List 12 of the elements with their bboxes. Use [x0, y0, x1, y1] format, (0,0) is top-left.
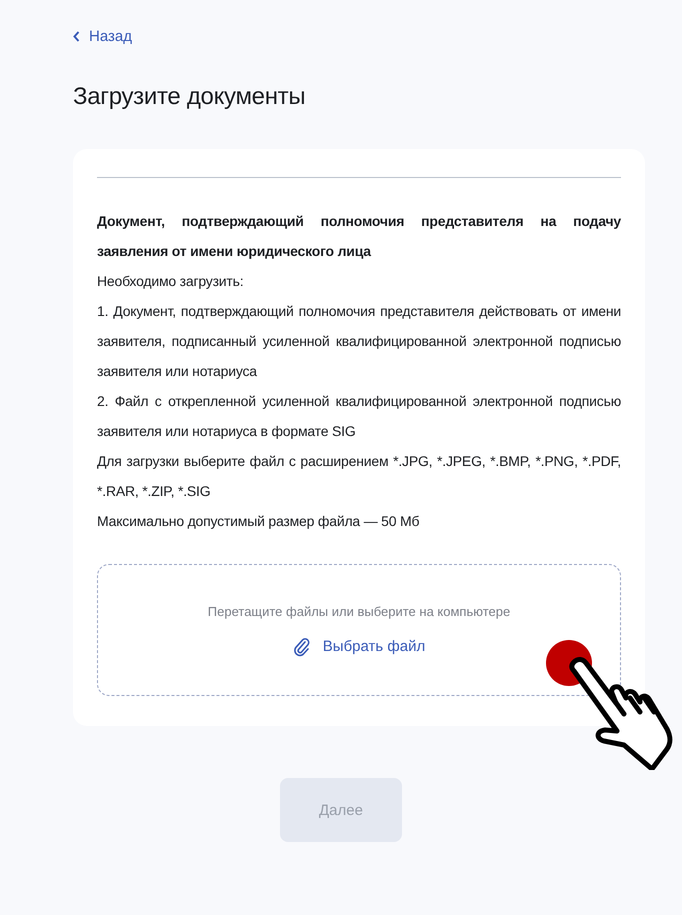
requirement-text: Необходимо загрузить:	[97, 272, 244, 291]
document-heading: Документ, подтверждающий полномочия представителя на подачу заявления от имени юридического лица	[97, 212, 621, 261]
chevron-left-icon	[73, 31, 80, 42]
requirement-text: Максимально допустимый размер файла — 50 Мб	[97, 512, 420, 531]
paperclip-icon	[292, 636, 311, 656]
dropzone-hint: Перетащите файлы или выберите на компьютере	[208, 604, 510, 618]
page-title: Загрузите документы	[73, 83, 306, 111]
choose-file-link[interactable]: Выбрать файл	[292, 636, 426, 656]
requirement-text: 1. Документ, подтверждающий полномочия представителя действовать от имени заявителя, подписанный усиленной квалифицированной электронной подписью заявителя или нотариуса	[97, 302, 621, 381]
back-link[interactable]: Назад	[73, 28, 132, 45]
requirement-text: 2. Файл с открепленной усиленной квалифицированной электронной подписью заявителя или нотариуса в формате SIG	[97, 392, 621, 441]
requirement-text: Для загрузки выберите файл с расширением *.JPG, *.JPEG, *.BMP, *.PNG, *.PDF, *.RAR, *.ZIP, *.SIG	[97, 452, 621, 501]
